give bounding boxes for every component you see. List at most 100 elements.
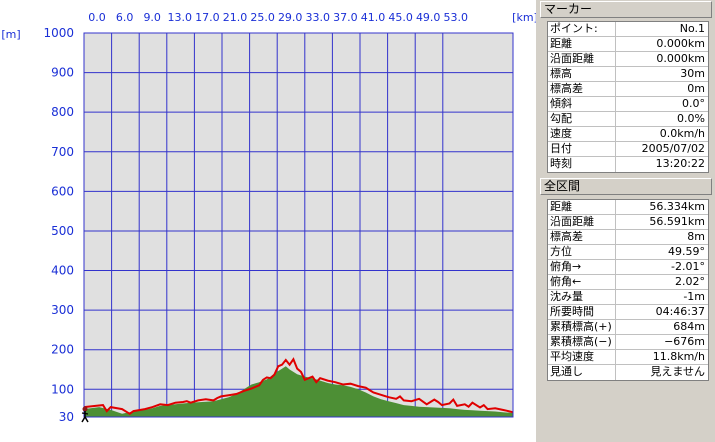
section-row-value: -1m xyxy=(683,290,705,303)
plot-area xyxy=(84,33,513,417)
marker-row: 標高差 0m xyxy=(548,82,708,97)
section-row: 俯角← 2.02° xyxy=(548,275,708,290)
section-row-value: 56.591km xyxy=(649,215,705,228)
marker-row-label: 沿面距離 xyxy=(548,52,616,66)
section-row: 標高差 8m xyxy=(548,230,708,245)
y-tick-label: 30 xyxy=(59,410,74,424)
x-tick-label: 9.0 xyxy=(143,11,161,24)
x-unit-label: [km] xyxy=(512,11,536,24)
x-tick-label: 45.0 xyxy=(388,11,413,24)
x-tick-label: 37.0 xyxy=(333,11,358,24)
x-tick-label: 49.0 xyxy=(416,11,441,24)
marker-row-label: 傾斜 xyxy=(548,97,616,111)
marker-row: 速度 0.0km/h xyxy=(548,127,708,142)
section-row-value: 684m xyxy=(673,320,705,333)
marker-row: 距離 0.000km xyxy=(548,37,708,52)
section-row-label: 俯角→ xyxy=(548,260,616,274)
section-row: 沈み量 -1m xyxy=(548,290,708,305)
x-tick-label: 17.0 xyxy=(195,11,220,24)
marker-row-value: 0.0° xyxy=(682,97,705,110)
section-row-label: 標高差 xyxy=(548,230,616,244)
section-row-label: 累積標高(+) xyxy=(548,320,616,334)
marker-row-label: 標高差 xyxy=(548,82,616,96)
y-unit-label: [m] xyxy=(1,28,20,41)
section-row-label: 沈み量 xyxy=(548,290,616,304)
x-tick-label: 25.0 xyxy=(250,11,275,24)
x-tick-label: 0.0 xyxy=(88,11,106,24)
section-row-label: 沿面距離 xyxy=(548,215,616,229)
section-row: 平均速度 11.8km/h xyxy=(548,350,708,365)
y-tick-label: 200 xyxy=(51,343,74,357)
elevation-chart-svg[interactable]: 1000 900 800 700 600 500 400 300 200 100 30 0.0 6.0 9… xyxy=(0,0,536,442)
x-tick-label: 41.0 xyxy=(361,11,386,24)
section-table: 距離 56.334km 沿面距離 56.591km 標高差 8m 方位 49.59° 俯角→ -2… xyxy=(547,199,709,381)
x-tick-label: 29.0 xyxy=(278,11,303,24)
x-tick-label: 21.0 xyxy=(223,11,248,24)
x-tick-label: 33.0 xyxy=(306,11,331,24)
section-row-label: 平均速度 xyxy=(548,350,616,364)
section-row-label: 方位 xyxy=(548,245,616,259)
marker-header: マーカー xyxy=(540,1,712,18)
y-tick-label: 600 xyxy=(51,184,74,198)
marker-row: 日付 2005/07/02 xyxy=(548,142,708,157)
marker-row-value: 0.0% xyxy=(677,112,705,125)
marker-row: 勾配 0.0% xyxy=(548,112,708,127)
marker-row-label: ポイント: xyxy=(548,22,616,36)
section-row-label: 見通し xyxy=(548,365,616,380)
section-row: 距離 56.334km xyxy=(548,200,708,215)
marker-row-label: 距離 xyxy=(548,37,616,51)
section-row: 累積標高(−) −676m xyxy=(548,335,708,350)
marker-row: ポイント: No.1 xyxy=(548,22,708,37)
y-tick-label: 900 xyxy=(51,66,74,80)
section-row-label: 累積標高(−) xyxy=(548,335,616,349)
section-row-value: 8m xyxy=(687,230,705,243)
x-tick-label: 13.0 xyxy=(168,11,193,24)
y-tick-label: 300 xyxy=(51,303,74,317)
y-tick-label: 800 xyxy=(51,105,74,119)
section-row: 見通し 見えません xyxy=(548,365,708,380)
marker-row-value: 0.000km xyxy=(656,52,705,65)
section-row: 沿面距離 56.591km xyxy=(548,215,708,230)
section-header: 全区間 xyxy=(540,178,712,195)
marker-row-label: 速度 xyxy=(548,127,616,141)
section-row-label: 俯角← xyxy=(548,275,616,289)
marker-row: 標高 30m xyxy=(548,67,708,82)
position-marker-icon[interactable] xyxy=(81,406,89,423)
y-tick-label: 400 xyxy=(51,264,74,278)
marker-row-value: 13:20:22 xyxy=(655,157,705,170)
marker-row-label: 日付 xyxy=(548,142,616,156)
section-row-label: 所要時間 xyxy=(548,305,616,319)
section-row-value: 56.334km xyxy=(649,200,705,213)
y-tick-label: 700 xyxy=(51,145,74,159)
x-tick-label: 53.0 xyxy=(444,11,469,24)
section-row-label: 距離 xyxy=(548,200,616,214)
y-tick-label: 100 xyxy=(51,382,74,396)
marker-row-value: 2005/07/02 xyxy=(641,142,705,155)
marker-row-value: 0m xyxy=(687,82,705,95)
section-row-value: −676m xyxy=(664,335,705,348)
marker-row-label: 勾配 xyxy=(548,112,616,126)
marker-row: 沿面距離 0.000km xyxy=(548,52,708,67)
section-row: 方位 49.59° xyxy=(548,245,708,260)
marker-row-value: 30m xyxy=(680,67,705,80)
y-tick-label: 500 xyxy=(51,224,74,238)
section-row: 累積標高(+) 684m xyxy=(548,320,708,335)
section-row-value: 見えません xyxy=(650,365,705,378)
y-tick-label: 1000 xyxy=(43,26,74,40)
marker-row: 傾斜 0.0° xyxy=(548,97,708,112)
section-row-value: 04:46:37 xyxy=(655,305,705,318)
elevation-chart[interactable]: 1000 900 800 700 600 500 400 300 200 100 30 0.0 6.0 9… xyxy=(0,0,536,442)
marker-row-label: 時刻 xyxy=(548,157,616,172)
section-row: 俯角→ -2.01° xyxy=(548,260,708,275)
section-row: 所要時間 04:46:37 xyxy=(548,305,708,320)
section-row-value: -2.01° xyxy=(671,260,705,273)
marker-row-value: No.1 xyxy=(679,22,705,35)
marker-row-label: 標高 xyxy=(548,67,616,81)
marker-row-value: 0.0km/h xyxy=(659,127,705,140)
marker-table: ポイント: No.1 距離 0.000km 沿面距離 0.000km 標高 30m 標高差 0m 傾… xyxy=(547,21,709,173)
section-row-value: 11.8km/h xyxy=(652,350,705,363)
section-row-value: 49.59° xyxy=(668,245,705,258)
marker-row-value: 0.000km xyxy=(656,37,705,50)
marker-row: 時刻 13:20:22 xyxy=(548,157,708,172)
x-tick-label: 6.0 xyxy=(116,11,134,24)
